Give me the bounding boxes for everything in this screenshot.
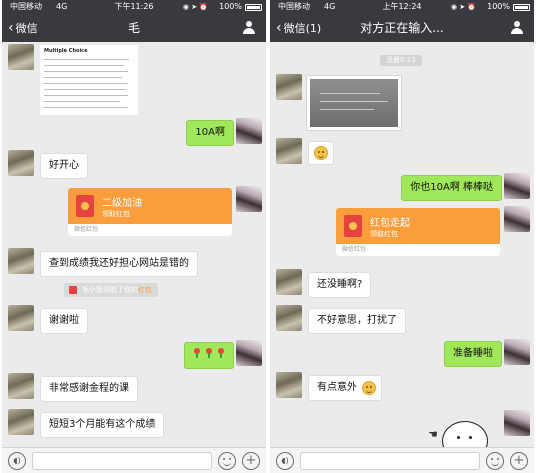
received-message[interactable]: 短短3个月能有这个成绩 — [40, 412, 165, 438]
red-packet-footer: 微信红包 — [68, 224, 232, 236]
received-message[interactable]: 非常感谢金程的课 — [40, 376, 138, 402]
received-emoji-message[interactable] — [308, 141, 334, 165]
my-avatar[interactable] — [236, 186, 262, 212]
emoji-icon[interactable] — [218, 452, 236, 470]
status-bar: 中国移动 4G 下午11:26 ◉ ➤ ⏰ 100% — [2, 0, 266, 14]
emoji-icon[interactable] — [486, 452, 504, 470]
image-content — [310, 79, 398, 127]
document-heading: Multiple Choice — [44, 48, 88, 54]
input-bar: ◖) + — [270, 447, 534, 473]
rose-emoji-icon — [194, 348, 200, 358]
received-message[interactable]: 好开心 — [40, 153, 88, 179]
my-avatar[interactable] — [504, 206, 530, 232]
hand-icon: ☚ — [428, 428, 438, 441]
red-packet-icon — [344, 215, 362, 237]
received-message[interactable]: 还没睡啊? — [308, 272, 372, 298]
red-packet-link[interactable]: 红包 — [138, 286, 152, 294]
nav-bar: ‹ 微信 毛 — [2, 14, 266, 42]
contact-avatar[interactable] — [276, 372, 302, 398]
document-line — [44, 95, 128, 96]
input-bar: ◖) + — [2, 447, 266, 473]
battery-icon — [245, 4, 262, 11]
sent-message[interactable]: 准备睡啦 — [444, 341, 502, 367]
document-line — [44, 59, 129, 60]
chat-title: 毛 — [127, 21, 140, 35]
battery-percent: 100% — [219, 2, 242, 11]
received-message[interactable]: 有点意外 — [308, 375, 382, 401]
battery-icon — [513, 4, 530, 11]
contact-avatar[interactable] — [276, 138, 302, 164]
red-packet-title: 红包走起 — [370, 218, 410, 229]
image-line — [320, 109, 374, 110]
chat-title: 对方正在输入... — [360, 21, 444, 35]
chat-screen-left: 中国移动 4G 下午11:26 ◉ ➤ ⏰ 100% ‹ 微信 毛 Multipl… — [2, 0, 266, 473]
status-icons: ◉ ➤ ⏰ — [450, 3, 476, 11]
my-avatar[interactable] — [504, 339, 530, 365]
smile-emoji-icon — [362, 381, 376, 395]
my-avatar[interactable] — [504, 410, 530, 436]
person-icon[interactable] — [242, 21, 256, 35]
red-packet-message[interactable]: 二级加油 领取红包 微信红包 — [68, 188, 232, 236]
red-packet-message[interactable]: 红包走起 领取红包 微信红包 — [336, 208, 500, 256]
received-message[interactable]: 谢谢啦 — [40, 308, 88, 334]
plus-icon[interactable]: + — [242, 452, 260, 470]
document-line — [44, 101, 120, 102]
contact-avatar[interactable] — [8, 150, 34, 176]
my-avatar[interactable] — [236, 340, 262, 366]
system-notice: 毛小姐领取了你的红包 — [64, 283, 158, 297]
image-line — [320, 93, 380, 94]
message-input[interactable] — [300, 452, 480, 470]
sent-emoji-message[interactable] — [184, 342, 234, 369]
sent-message[interactable]: 10A啊 — [186, 120, 234, 146]
document-line — [44, 65, 124, 66]
timestamp: 凌晨0:23 — [380, 55, 422, 66]
red-packet-icon — [69, 286, 77, 294]
document-line — [44, 77, 122, 78]
contact-avatar[interactable] — [8, 373, 34, 399]
score-report-image[interactable]: Multiple Choice — [40, 45, 138, 115]
voice-icon[interactable]: ◖) — [276, 452, 294, 470]
red-packet-subtitle: 领取红包 — [370, 230, 398, 238]
received-image[interactable] — [306, 75, 402, 131]
battery-percent: 100% — [487, 2, 510, 11]
contact-avatar[interactable] — [276, 305, 302, 331]
my-avatar[interactable] — [236, 118, 262, 144]
document-line — [44, 71, 128, 72]
rose-emoji-icon — [206, 348, 212, 358]
contact-avatar[interactable] — [8, 248, 34, 274]
person-icon[interactable] — [510, 21, 524, 35]
status-icons: ◉ ➤ ⏰ — [182, 3, 208, 11]
chat-screen-right: 中国移动 4G 上午12:24 ◉ ➤ ⏰ 100% ‹ 微信(1) 对方正在输入… — [270, 0, 534, 473]
document-line — [44, 83, 128, 84]
received-message[interactable]: 查到成绩我还好担心网站是错的 — [40, 251, 198, 277]
red-packet-icon — [76, 195, 94, 217]
message-input[interactable] — [32, 452, 212, 470]
nav-bar: ‹ 微信(1) 对方正在输入... — [270, 14, 534, 42]
contact-avatar[interactable] — [276, 269, 302, 295]
document-line — [44, 107, 128, 108]
my-avatar[interactable] — [504, 173, 530, 199]
document-line — [44, 89, 126, 90]
smile-emoji-icon — [314, 146, 328, 160]
rose-emoji-icon — [218, 348, 224, 358]
contact-avatar[interactable] — [8, 409, 34, 435]
red-packet-subtitle: 领取红包 — [102, 210, 130, 218]
contact-avatar[interactable] — [8, 305, 34, 331]
sent-message[interactable]: 你也10A啊 棒棒哒 — [401, 175, 502, 201]
voice-icon[interactable]: ◖) — [8, 452, 26, 470]
received-message-text: 有点意外 — [317, 382, 357, 393]
status-bar: 中国移动 4G 上午12:24 ◉ ➤ ⏰ 100% — [270, 0, 534, 14]
plus-icon[interactable]: + — [510, 452, 528, 470]
red-packet-title: 二级加油 — [102, 198, 142, 209]
received-message[interactable]: 不好意思，打扰了 — [308, 308, 406, 334]
contact-avatar[interactable] — [8, 44, 34, 70]
contact-avatar[interactable] — [276, 74, 302, 100]
red-packet-footer: 微信红包 — [336, 244, 500, 256]
system-notice-text: 毛小姐领取了你的 — [82, 286, 138, 294]
image-line — [320, 101, 388, 102]
